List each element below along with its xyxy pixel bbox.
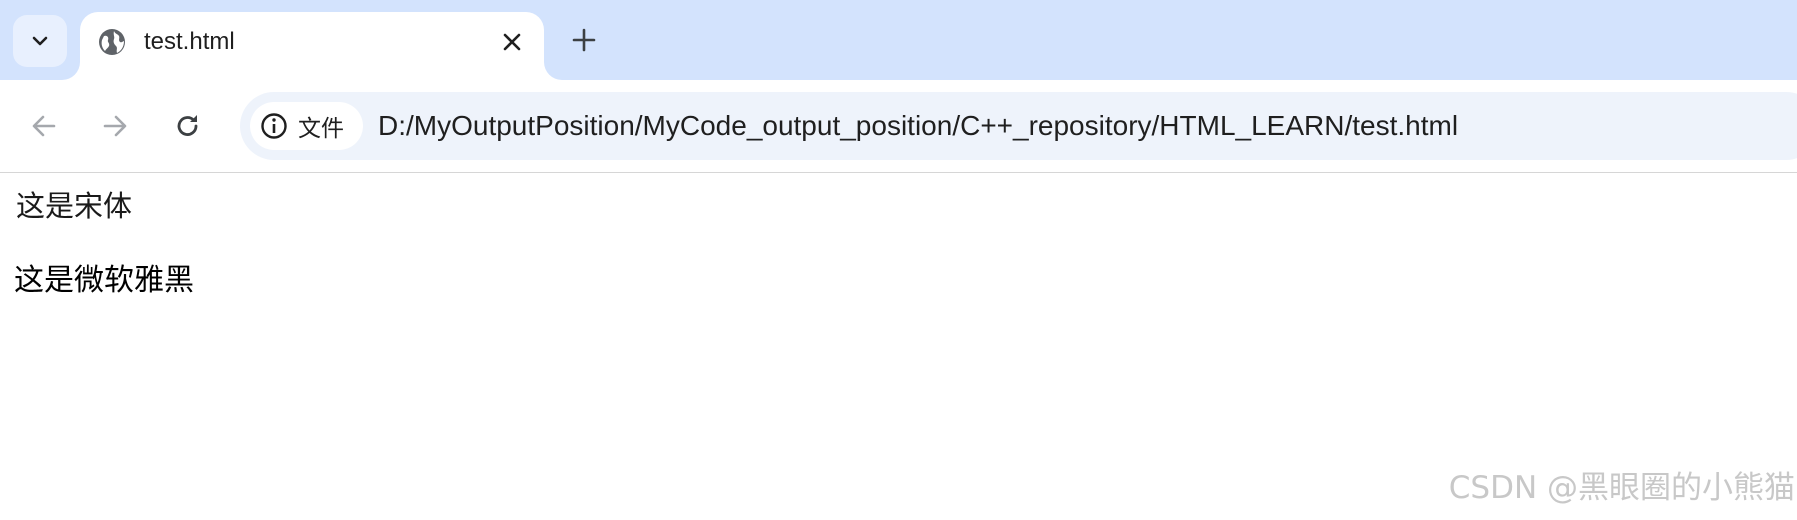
reload-button[interactable] xyxy=(168,106,208,146)
globe-icon xyxy=(99,29,125,55)
tab-title: test.html xyxy=(144,28,235,55)
chevron-down-icon xyxy=(32,36,48,46)
reload-icon xyxy=(177,115,198,136)
yahei-text: 这是微软雅黑 xyxy=(14,263,194,298)
tab-search-button[interactable] xyxy=(13,15,67,67)
forward-button[interactable] xyxy=(95,106,135,146)
site-info-label: 文件 xyxy=(298,116,344,142)
plus-icon xyxy=(572,28,596,52)
close-icon xyxy=(503,33,521,51)
songti-text: 这是宋体 xyxy=(16,189,133,223)
csdn-watermark: CSDN @黑眼圈的小熊猫 xyxy=(1448,470,1795,506)
info-icon xyxy=(261,113,287,139)
arrow-right-icon xyxy=(103,115,127,137)
tab-strip: test.html xyxy=(0,0,1797,92)
arrow-left-icon xyxy=(32,115,56,137)
new-tab-button[interactable] xyxy=(566,22,602,58)
back-button[interactable] xyxy=(24,106,64,146)
url-text[interactable]: D:/MyOutputPosition/MyCode_output_positi… xyxy=(378,108,1458,144)
address-bar[interactable]: 文件 D:/MyOutputPosition/MyCode_output_pos… xyxy=(240,92,1797,160)
browser-toolbar: 文件 D:/MyOutputPosition/MyCode_output_pos… xyxy=(0,80,1797,173)
tab-close-button[interactable] xyxy=(498,28,526,56)
site-info-chip[interactable]: 文件 xyxy=(250,102,363,150)
